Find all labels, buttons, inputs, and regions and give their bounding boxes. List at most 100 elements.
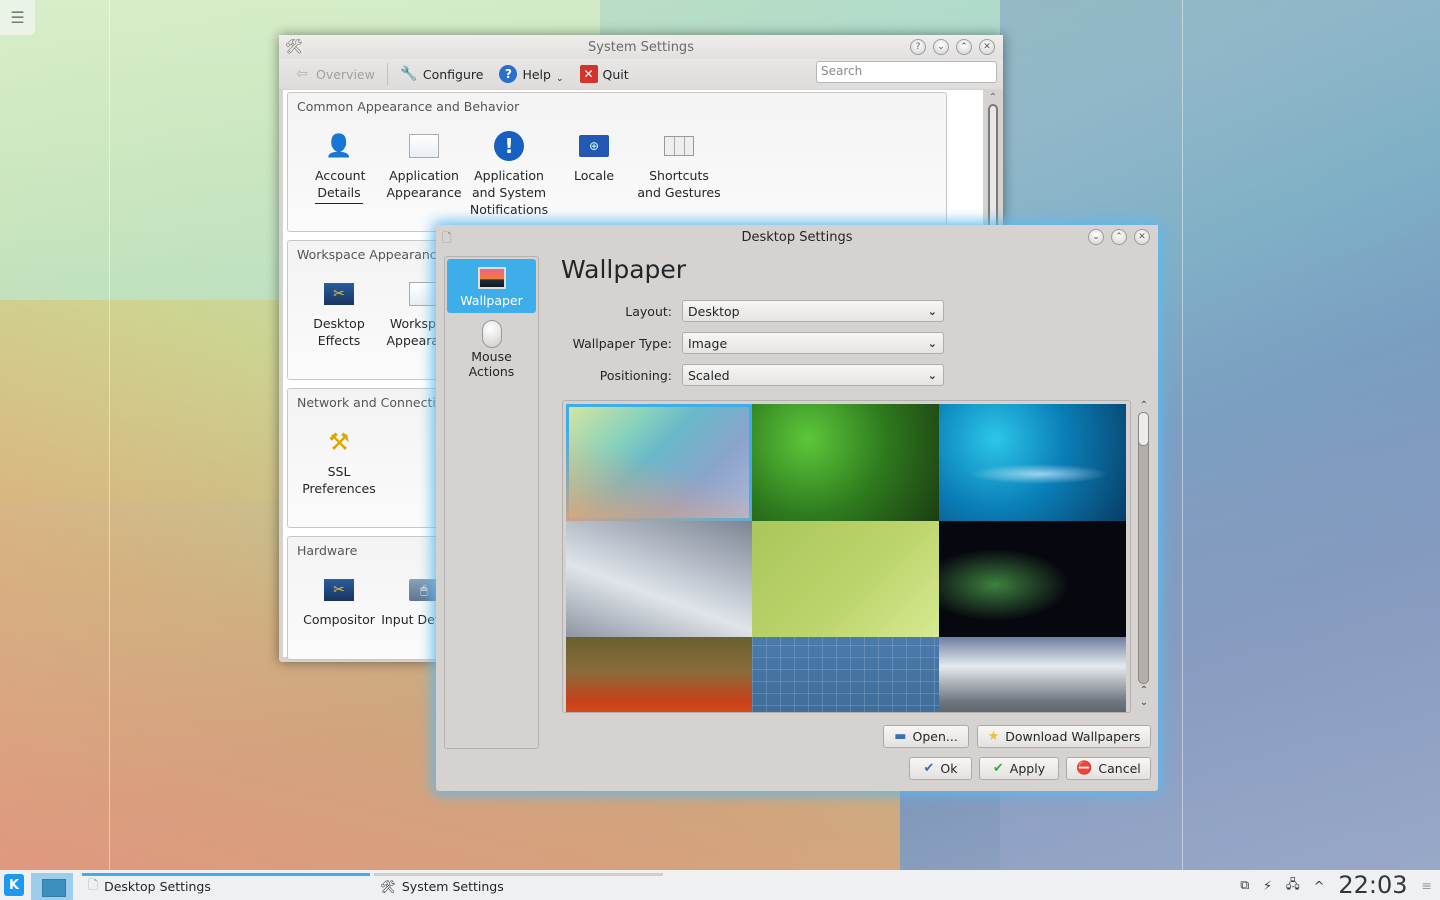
- wallpaper-monitor-icon: [447, 263, 536, 293]
- wallpaper-type-select[interactable]: Image ⌄: [682, 332, 944, 354]
- scrollbar-handle[interactable]: [1138, 412, 1149, 446]
- expand-tray-icon[interactable]: ^: [1314, 878, 1324, 893]
- overview-button[interactable]: ⇦ Overview: [285, 61, 383, 87]
- task-label: System Settings: [401, 879, 504, 894]
- system-settings-toolbar: ⇦ Overview 🔧 Configure ? Help ⌄ ✕ Quit S…: [279, 59, 1003, 89]
- wallpaper-thumb-red-leaves[interactable]: [566, 637, 752, 712]
- group-common-appearance: Common Appearance and Behavior 👤 Account…: [287, 92, 947, 232]
- wallpaper-grid-scrollbar[interactable]: ⌃ ⌃ ⌄: [1136, 400, 1152, 713]
- minimize-button[interactable]: ⌄: [933, 39, 949, 55]
- digital-clock[interactable]: 22:03: [1338, 871, 1407, 899]
- quit-label: Quit: [602, 66, 629, 82]
- item-notifications[interactable]: ! Application and System Notifications: [466, 129, 552, 218]
- panel-menu-icon[interactable]: ≡: [1422, 878, 1432, 893]
- item-account-details[interactable]: 👤 Account Details: [296, 129, 382, 204]
- chevron-down-icon: ⌄: [927, 304, 937, 318]
- check-icon: ✔: [992, 761, 1004, 776]
- question-icon: ?: [915, 42, 921, 52]
- chevron-down-icon: ⌄: [1092, 232, 1100, 242]
- ok-label: Ok: [940, 761, 958, 776]
- application-appearance-icon: [407, 129, 441, 163]
- item-locale[interactable]: ⊕ Locale: [551, 129, 637, 184]
- close-button[interactable]: ✕: [979, 39, 995, 55]
- task-indicator: [374, 873, 663, 876]
- task-label: Desktop Settings: [104, 879, 211, 894]
- chevron-down-icon: ⌄: [937, 42, 945, 52]
- scroll-up-icon[interactable]: ⌃: [1136, 400, 1152, 411]
- item-desktop-effects[interactable]: ✂ Desktop Effects: [296, 277, 382, 349]
- cancel-button[interactable]: ⛔ Cancel: [1066, 757, 1151, 780]
- positioning-value: Scaled: [688, 367, 730, 383]
- download-wallpapers-button[interactable]: ★ Download Wallpapers: [977, 725, 1151, 748]
- help-menu-button[interactable]: ? Help ⌄: [491, 61, 571, 87]
- close-button[interactable]: ✕: [1134, 229, 1150, 245]
- positioning-label: Positioning:: [599, 367, 672, 383]
- desktop-effects-icon: ✂: [322, 277, 356, 311]
- taskbar: K 🗋 Desktop Settings 🛠 System Settings ⧉…: [0, 870, 1440, 900]
- apply-button[interactable]: ✔ Apply: [979, 757, 1059, 780]
- clipboard-icon[interactable]: ⧉: [1240, 877, 1249, 893]
- ok-button[interactable]: ✔ Ok: [909, 757, 972, 780]
- network-icon[interactable]: 🖧: [1286, 875, 1300, 896]
- ssl-tools-icon: ⚒: [328, 427, 350, 456]
- power-management-icon[interactable]: ⚡: [1263, 878, 1272, 893]
- wallpaper-thumb-blue-tiles[interactable]: [752, 637, 939, 712]
- configure-label: Configure: [422, 66, 484, 82]
- window-title: Desktop Settings: [741, 229, 853, 245]
- category-wallpaper[interactable]: Wallpaper: [447, 259, 536, 313]
- open-button[interactable]: ▬ Open...: [883, 725, 969, 748]
- scrollbar-track[interactable]: [1138, 412, 1149, 684]
- wallpaper-grid: [562, 400, 1131, 713]
- system-settings-titlebar[interactable]: 🛠 System Settings ? ⌄ ⌃ ✕: [279, 35, 1003, 59]
- check-icon: ✔: [923, 761, 935, 776]
- quit-x-icon: ✕: [579, 65, 598, 83]
- wallpaper-thumb-aurora[interactable]: [939, 520, 1126, 637]
- locale-flag-icon: ⊕: [577, 129, 611, 163]
- item-application-appearance[interactable]: Application Appearance: [381, 129, 467, 201]
- desktop-settings-window: 🗋 Desktop Settings ⌄ ⌃ ✕ Wallpaper Mouse…: [436, 225, 1158, 791]
- item-label: Application and System Notifications: [469, 168, 549, 217]
- chevron-down-icon: ⌄: [927, 368, 937, 382]
- wallpaper-type-row: Wallpaper Type: Image ⌄: [561, 332, 961, 354]
- wallpaper-thumb-cloudy-sea[interactable]: [939, 637, 1126, 712]
- item-label: Application Appearance: [386, 168, 462, 200]
- configure-button[interactable]: 🔧 Configure: [392, 61, 492, 87]
- application-launcher-kde-icon[interactable]: K: [4, 874, 24, 896]
- chevron-down-icon: ⌄: [927, 336, 937, 350]
- wallpaper-thumb-lime-circles[interactable]: [752, 520, 939, 637]
- minimize-button[interactable]: ⌄: [1088, 229, 1104, 245]
- help-window-button[interactable]: ?: [910, 39, 926, 55]
- maximize-button[interactable]: ⌃: [1111, 229, 1127, 245]
- scroll-up-icon[interactable]: ⌃: [1136, 685, 1152, 696]
- scroll-down-icon[interactable]: ⌄: [1136, 697, 1152, 708]
- search-input[interactable]: Search: [816, 61, 997, 83]
- wallpaper-thumb-green-larch[interactable]: [752, 404, 939, 521]
- category-mouse-actions[interactable]: Mouse Actions: [447, 315, 536, 379]
- maximize-button[interactable]: ⌃: [956, 39, 972, 55]
- scroll-up-icon[interactable]: ⌃: [986, 92, 1000, 103]
- wallpaper-type-value: Image: [688, 335, 728, 351]
- document-icon: 🗋: [442, 231, 452, 245]
- item-ssl-preferences[interactable]: ⚒ SSL Preferences: [296, 425, 382, 497]
- window-title: System Settings: [588, 39, 694, 55]
- desktop-toolbox-button[interactable]: ☰: [0, 0, 35, 35]
- virtual-desktop-pager[interactable]: [31, 873, 73, 900]
- wrench-icon: 🔧: [400, 66, 418, 82]
- dropdown-arrow-icon: ⌄: [555, 74, 564, 84]
- task-desktop-settings[interactable]: 🗋 Desktop Settings: [82, 873, 370, 900]
- item-compositor[interactable]: ✂ Compositor: [296, 573, 382, 628]
- item-shortcuts[interactable]: Shortcuts and Gestures: [636, 129, 722, 201]
- layout-value: Desktop: [688, 303, 740, 319]
- task-system-settings[interactable]: 🛠 System Settings: [374, 873, 663, 900]
- category-label: Mouse Actions: [468, 349, 515, 379]
- quit-button[interactable]: ✕ Quit: [572, 61, 637, 87]
- close-icon: ✕: [983, 42, 991, 52]
- wallpaper-thumb-pastel-geometric[interactable]: [566, 404, 752, 521]
- positioning-row: Positioning: Scaled ⌄: [561, 364, 961, 386]
- star-icon: ★: [987, 729, 1000, 744]
- wallpaper-thumb-grey-rays[interactable]: [566, 520, 752, 637]
- positioning-select[interactable]: Scaled ⌄: [682, 364, 944, 386]
- desktop-settings-titlebar[interactable]: 🗋 Desktop Settings ⌄ ⌃ ✕: [436, 225, 1158, 249]
- wallpaper-thumb-blue-bokeh[interactable]: [939, 404, 1126, 521]
- layout-select[interactable]: Desktop ⌄: [682, 300, 944, 322]
